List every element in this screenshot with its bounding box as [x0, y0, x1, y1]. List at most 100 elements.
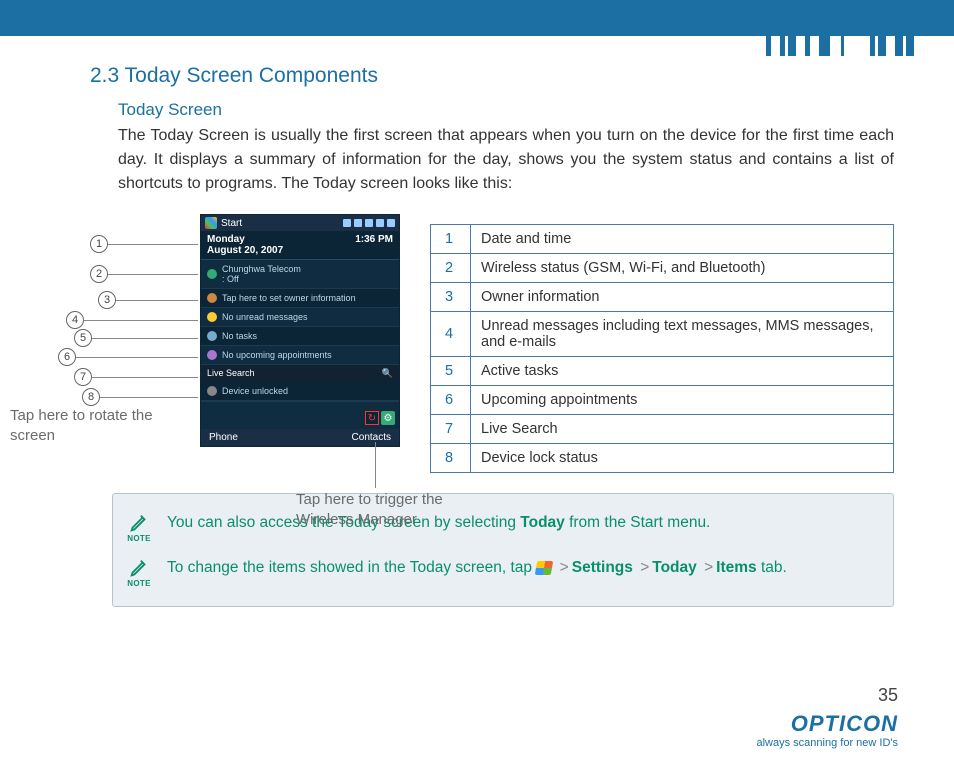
wireless-callout-line [375, 442, 376, 488]
callout-5: 5 [74, 329, 92, 347]
legend-table: 1Date and time 2Wireless status (GSM, Wi… [430, 224, 894, 473]
tasks-icon [207, 331, 217, 341]
phone-tasks-row: No tasks [201, 327, 399, 346]
breadcrumb-separator: > [557, 559, 572, 576]
table-row: 4Unread messages including text messages… [431, 312, 894, 357]
section-title: 2.3 Today Screen Components [90, 64, 894, 88]
callout-1: 1 [90, 235, 108, 253]
callout-stack: 1 2 3 4 5 6 7 8 [90, 230, 198, 407]
phone-date-row: Monday August 20, 2007 1:36 PM [201, 231, 399, 260]
wireless-callout-label: Tap here to trigger the Wireless Manager [296, 490, 496, 531]
phone-carrier-row: Chunghwa Telecom : Off [201, 260, 399, 289]
phone-softkeys: Phone Contacts [201, 429, 399, 446]
breadcrumb-separator: > [637, 559, 652, 576]
note-label-text: NOTE [127, 534, 150, 543]
phone-appts-row: No upcoming appointments [201, 346, 399, 365]
subsection-title: Today Screen [118, 100, 894, 120]
callout-2: 2 [90, 265, 108, 283]
callout-8: 8 [82, 388, 100, 406]
phone-carrier: Chunghwa Telecom [222, 264, 301, 274]
table-row: 7Live Search [431, 415, 894, 444]
brand-name: OPTICON [757, 711, 899, 737]
calendar-icon [207, 350, 217, 360]
note-icon: NOTE [125, 557, 153, 588]
phone-lock-text: Device unlocked [222, 386, 288, 396]
phone-screenshot: Start Monday August 20, 2007 1:36 PM Chu… [200, 214, 400, 447]
note2-tab: tab. [757, 559, 787, 576]
note2-pre: To change the items showed in the Today … [167, 559, 536, 576]
legend-num: 5 [431, 357, 471, 386]
phone-status-icons [343, 219, 395, 227]
callout-3: 3 [98, 291, 116, 309]
table-row: 2Wireless status (GSM, Wi-Fi, and Blueto… [431, 254, 894, 283]
callout-6: 6 [58, 348, 76, 366]
table-row: 3Owner information [431, 283, 894, 312]
phone-appts-text: No upcoming appointments [222, 350, 332, 360]
signal-icon [207, 269, 217, 279]
note-text-1: You can also access the Today screen by … [167, 512, 865, 534]
phone-search-text: Live Search [207, 368, 255, 379]
callout-7: 7 [74, 368, 92, 386]
search-go-icon: 🔍 [382, 368, 393, 379]
phone-time: 1:36 PM [355, 234, 393, 256]
phone-lock-row: Device unlocked [201, 382, 399, 401]
softkey-left: Phone [209, 432, 238, 443]
note2-today: Today [652, 559, 697, 576]
legend-desc: Device lock status [471, 444, 894, 473]
phone-date: August 20, 2007 [207, 245, 283, 256]
legend-desc: Date and time [471, 225, 894, 254]
owner-icon [207, 293, 217, 303]
phone-owner-text: Tap here to set owner information [222, 293, 356, 303]
legend-num: 8 [431, 444, 471, 473]
phone-tasks-text: No tasks [222, 331, 257, 341]
legend-desc: Live Search [471, 415, 894, 444]
breadcrumb-separator: > [701, 559, 716, 576]
mail-icon [207, 312, 217, 322]
note2-settings: Settings [572, 559, 633, 576]
note-label-text: NOTE [127, 579, 150, 588]
rotate-icon: ↻ [365, 411, 379, 425]
legend-desc: Unread messages including text messages,… [471, 312, 894, 357]
legend-desc: Wireless status (GSM, Wi-Fi, and Bluetoo… [471, 254, 894, 283]
brand-logo: OPTICON always scanning for new ID's [757, 711, 899, 749]
legend-desc: Upcoming appointments [471, 386, 894, 415]
phone-messages-row: No unread messages [201, 308, 399, 327]
table-row: 8Device lock status [431, 444, 894, 473]
phone-search-row: Live Search 🔍 [201, 365, 399, 382]
legend-num: 4 [431, 312, 471, 357]
brand-tagline: always scanning for new ID's [757, 737, 899, 749]
barcode-decoration [766, 0, 914, 56]
legend-num: 3 [431, 283, 471, 312]
softkey-right: Contacts [352, 432, 391, 443]
phone-start-label: Start [221, 218, 242, 229]
legend-num: 1 [431, 225, 471, 254]
windows-logo-icon [535, 561, 553, 575]
note2-items: Items [716, 559, 757, 576]
note1-bold: Today [520, 514, 565, 531]
wireless-manager-icon: ⚙ [381, 411, 395, 425]
legend-num: 2 [431, 254, 471, 283]
phone-tray: ↻ ⚙ [201, 401, 399, 429]
table-row: 5Active tasks [431, 357, 894, 386]
phone-titlebar: Start [201, 215, 399, 231]
legend-num: 7 [431, 415, 471, 444]
note-box: NOTE You can also access the Today scree… [112, 493, 894, 607]
page-number: 35 [878, 685, 898, 706]
table-row: 6Upcoming appointments [431, 386, 894, 415]
legend-desc: Active tasks [471, 357, 894, 386]
phone-carrier-sub: : Off [222, 274, 301, 284]
note-text-2: To change the items showed in the Today … [167, 557, 865, 579]
lock-icon [207, 386, 217, 396]
legend-desc: Owner information [471, 283, 894, 312]
legend-num: 6 [431, 386, 471, 415]
note-icon: NOTE [125, 512, 153, 543]
phone-messages-text: No unread messages [222, 312, 308, 322]
windows-flag-icon [205, 217, 217, 229]
phone-day: Monday [207, 234, 283, 245]
callout-4: 4 [66, 311, 84, 329]
figure-phone-wrap: 1 2 3 4 5 6 7 8 Tap here to rotate the s… [90, 214, 410, 447]
intro-paragraph: The Today Screen is usually the first sc… [118, 124, 894, 196]
rotate-callout-label: Tap here to rotate the screen [10, 406, 180, 447]
table-row: 1Date and time [431, 225, 894, 254]
note1-post: from the Start menu. [565, 514, 711, 531]
